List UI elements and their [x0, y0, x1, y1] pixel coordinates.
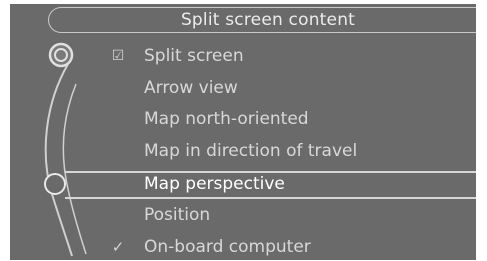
- menu-item-map-direction-of-travel[interactable]: Map in direction of travel: [144, 137, 357, 165]
- split-screen-checkbox-icon[interactable]: ☑: [107, 42, 129, 70]
- menu-item-position[interactable]: Position: [144, 201, 210, 229]
- menu-item-on-board-computer[interactable]: On-board computer: [144, 233, 311, 260]
- menu-item-map-north-oriented[interactable]: Map north-oriented: [144, 105, 309, 133]
- menu-item-split-screen[interactable]: Split screen: [144, 42, 244, 70]
- menu-item-arrow-view[interactable]: Arrow view: [144, 74, 238, 102]
- scroll-position-icon: [48, 42, 74, 68]
- on-board-computer-check-icon[interactable]: ✓: [107, 233, 129, 260]
- split-screen-menu-screen: Split screen content ☑ Split screen Arro…: [10, 4, 476, 260]
- menu-item-map-perspective[interactable]: Map perspective: [144, 170, 285, 198]
- selection-indicator-icon: [44, 173, 66, 195]
